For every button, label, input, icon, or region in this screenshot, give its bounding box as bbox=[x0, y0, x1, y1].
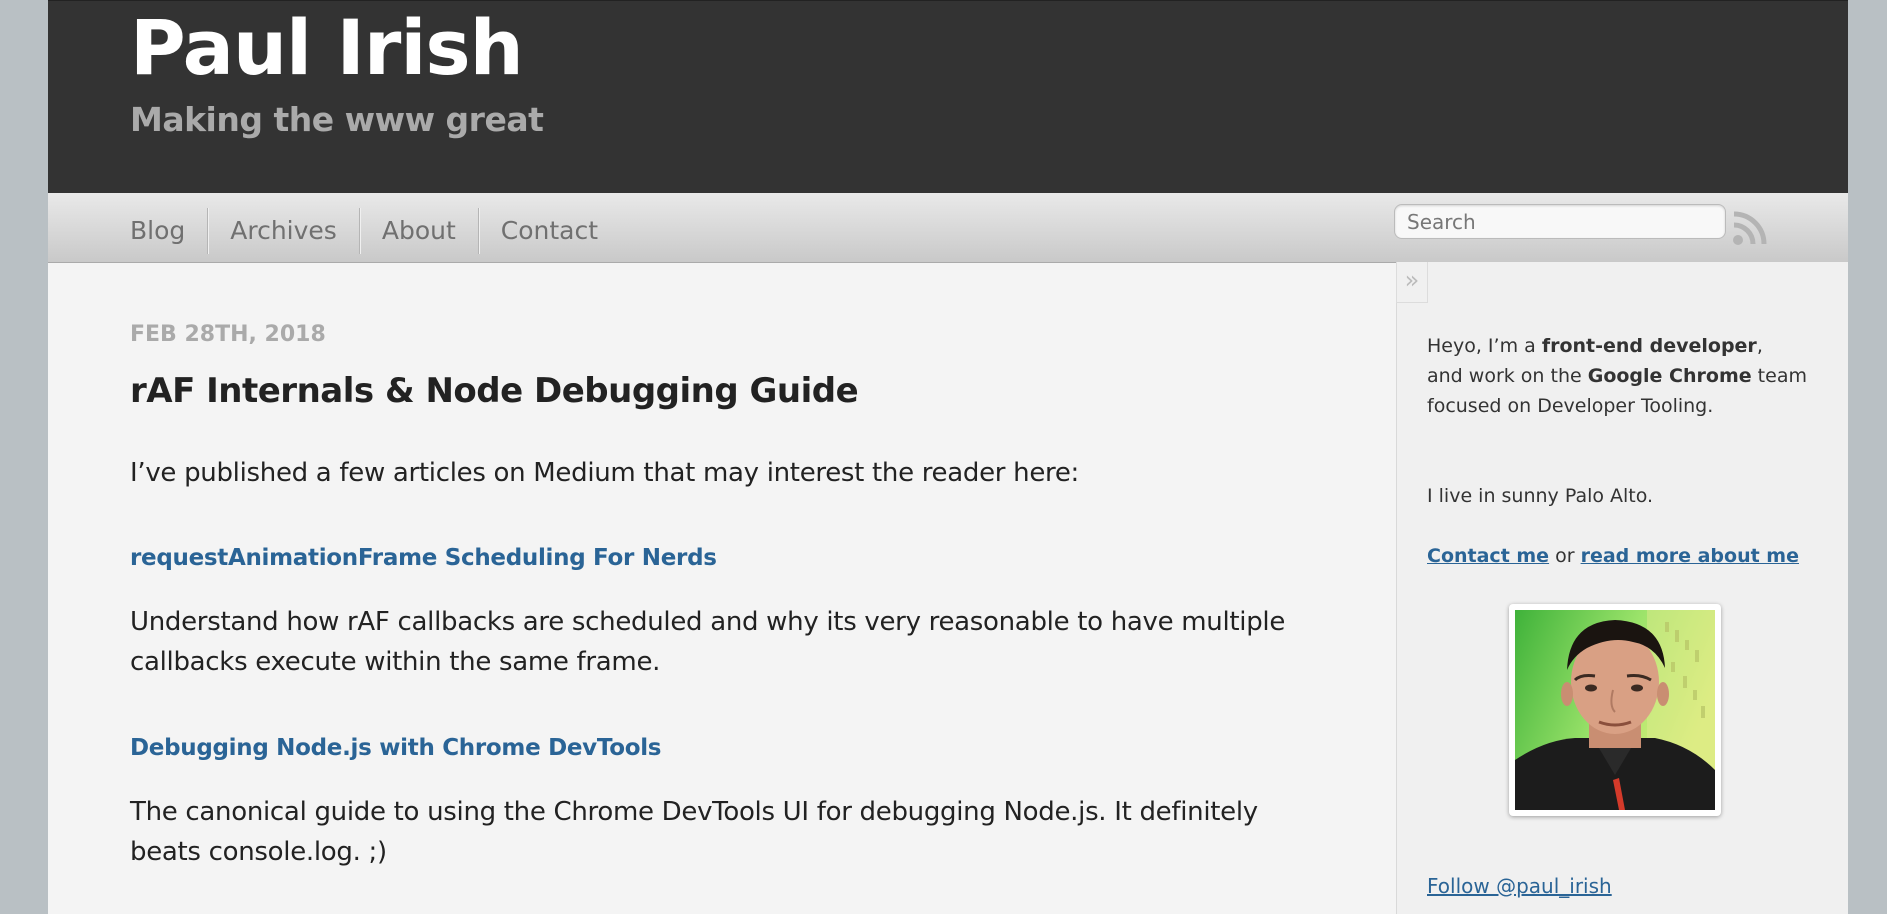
article-link-raf[interactable]: requestAnimationFrame Scheduling For Ner… bbox=[130, 545, 717, 571]
sidebar-bio: Heyo, I’m a front-end developer, and wor… bbox=[1427, 331, 1807, 421]
article-description-raf: Understand how rAF callbacks are schedul… bbox=[130, 607, 1286, 677]
site-title[interactable]: Paul Irish bbox=[130, 3, 524, 93]
bio-line2-prefix: and work on the bbox=[1427, 365, 1588, 387]
sidebar: » Heyo, I’m a front-end developer, and w… bbox=[1396, 262, 1848, 914]
bio-line1-suffix: , bbox=[1756, 335, 1763, 357]
bio-role: front-end developer bbox=[1541, 335, 1757, 357]
or-text: or bbox=[1549, 545, 1581, 567]
page: Paul Irish Making the www great Blog Arc… bbox=[48, 0, 1848, 914]
bio-line3: focused on Developer Tooling. bbox=[1427, 395, 1714, 417]
post-title[interactable]: rAF Internals & Node Debugging Guide bbox=[130, 371, 859, 411]
post-intro: I’ve published a few articles on Medium … bbox=[130, 458, 1079, 488]
bio-line1-prefix: Heyo, I’m a bbox=[1427, 335, 1542, 357]
site-subtitle: Making the www great bbox=[130, 100, 544, 139]
sidebar-contact-line: Contact me or read more about me bbox=[1427, 541, 1799, 571]
sidebar-location: I live in sunny Palo Alto. bbox=[1427, 485, 1654, 507]
article-link-node-debugging[interactable]: Debugging Node.js with Chrome DevTools bbox=[130, 735, 662, 761]
article-description-node-debugging: The canonical guide to using the Chrome … bbox=[130, 797, 1258, 867]
sidebar-collapse-button[interactable]: » bbox=[1396, 262, 1428, 303]
avatar-photo bbox=[1515, 610, 1715, 810]
bio-line2-suffix: team bbox=[1751, 365, 1807, 387]
main-navigation: Blog Archives About Contact bbox=[48, 193, 1848, 263]
avatar[interactable] bbox=[1509, 604, 1721, 816]
follow-twitter-link[interactable]: Follow @paul_irish bbox=[1427, 874, 1612, 898]
post-date: FEB 28TH, 2018 bbox=[130, 322, 326, 347]
bio-team: Google Chrome bbox=[1587, 365, 1752, 387]
nav-list: Blog Archives About Contact bbox=[130, 208, 620, 254]
masthead: Paul Irish Making the www great bbox=[48, 0, 1848, 194]
nav-item-contact[interactable]: Contact bbox=[477, 208, 620, 254]
contact-me-link[interactable]: Contact me bbox=[1427, 545, 1549, 567]
rss-icon[interactable] bbox=[1731, 209, 1769, 247]
read-more-about-me-link[interactable]: read more about me bbox=[1581, 545, 1799, 567]
nav-item-archives[interactable]: Archives bbox=[207, 208, 359, 254]
nav-item-about[interactable]: About bbox=[358, 208, 478, 254]
search-input[interactable] bbox=[1394, 204, 1726, 239]
nav-item-blog[interactable]: Blog bbox=[130, 208, 207, 254]
